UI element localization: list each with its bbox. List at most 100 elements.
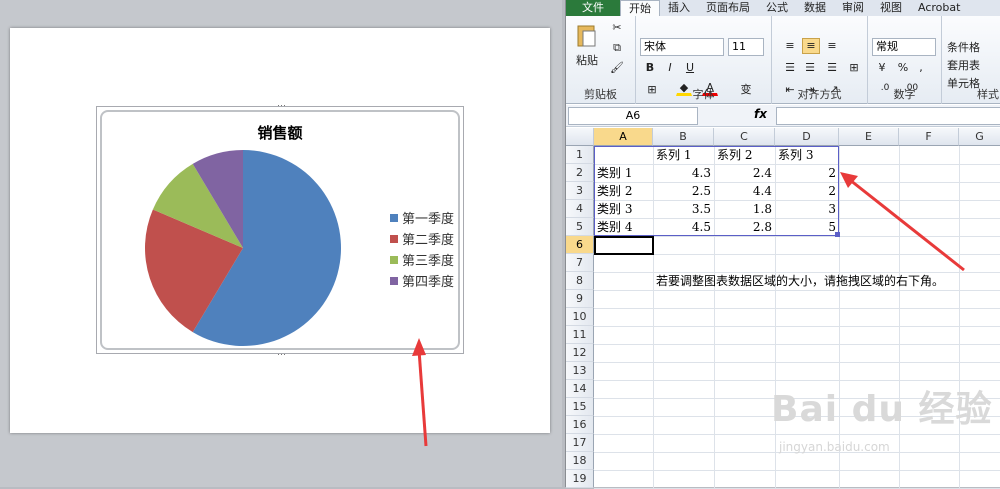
conditional-format-button[interactable]: 条件格 bbox=[946, 38, 1000, 54]
chart-area: 销售额 第一季度 第二季度 第三季度 第四季度 bbox=[100, 110, 460, 350]
column-header-d[interactable]: D bbox=[775, 128, 839, 146]
name-box[interactable]: A6 bbox=[568, 107, 698, 125]
tab-formulas[interactable]: 公式 bbox=[758, 0, 796, 16]
row-header-15[interactable]: 15 bbox=[566, 398, 594, 416]
column-header-f[interactable]: F bbox=[899, 128, 959, 146]
group-styles: 条件格 套用表 单元格 样式 bbox=[942, 16, 1000, 104]
font-size-combo[interactable]: 11 bbox=[728, 38, 764, 56]
group-label: 对齐方式 bbox=[797, 88, 842, 101]
tab-data[interactable]: 数据 bbox=[796, 0, 834, 16]
row-header-16[interactable]: 16 bbox=[566, 416, 594, 434]
excel-window: 文件 开始 插入 页面布局 公式 数据 审阅 视图 Acrobat 粘贴 ✂ ⧉… bbox=[565, 0, 1000, 489]
legend-item-3: 第三季度 bbox=[390, 249, 454, 270]
ribbon-tab-bar: 文件 开始 插入 页面布局 公式 数据 审阅 视图 Acrobat bbox=[566, 0, 1000, 16]
number-format-combo[interactable]: 常规 bbox=[872, 38, 936, 56]
row-header-19[interactable]: 19 bbox=[566, 470, 594, 488]
tab-review[interactable]: 审阅 bbox=[834, 0, 872, 16]
chart-object[interactable]: 销售额 第一季度 第二季度 第三季度 第四季度 bbox=[96, 104, 464, 356]
column-header-e[interactable]: E bbox=[839, 128, 899, 146]
cut-icon[interactable]: ✂ bbox=[608, 20, 626, 36]
select-all-corner[interactable] bbox=[566, 128, 594, 146]
chart-legend[interactable]: 第一季度 第二季度 第三季度 第四季度 bbox=[390, 207, 454, 291]
paste-icon bbox=[577, 25, 596, 47]
tab-home[interactable]: 开始 bbox=[620, 0, 660, 16]
row-header-4[interactable]: 4 bbox=[566, 200, 594, 218]
column-header-a[interactable]: A bbox=[594, 128, 653, 146]
group-label: 字体 bbox=[692, 88, 715, 101]
pie-chart bbox=[145, 150, 341, 346]
watermark-url: jingyan.baidu.com bbox=[779, 440, 890, 454]
row-header-5[interactable]: 5 bbox=[566, 218, 594, 236]
row-header-17[interactable]: 17 bbox=[566, 434, 594, 452]
tab-view[interactable]: 视图 bbox=[872, 0, 910, 16]
row-header-18[interactable]: 18 bbox=[566, 452, 594, 470]
align-left-icon[interactable]: ☰ bbox=[782, 60, 798, 76]
group-font: 宋体 11 B I U ⊞ ◆ A 变 字体 bbox=[636, 16, 772, 104]
row-header-10[interactable]: 10 bbox=[566, 308, 594, 326]
legend-swatch-icon bbox=[390, 255, 398, 264]
tab-acrobat[interactable]: Acrobat bbox=[910, 0, 968, 16]
row-header-11[interactable]: 11 bbox=[566, 326, 594, 344]
active-cell[interactable] bbox=[594, 236, 654, 255]
legend-label: 第一季度 bbox=[402, 212, 455, 227]
align-bottom-icon[interactable]: ≡ bbox=[824, 38, 840, 54]
paste-label: 粘贴 bbox=[576, 54, 598, 67]
group-alignment: ≡ ≡ ≡ ☰ ☰ ☰ ⊞ ⇤ ⇥ ↗ 对齐方式 bbox=[772, 16, 868, 104]
group-label: 样式 bbox=[977, 88, 999, 101]
font-name-combo[interactable]: 宋体 bbox=[640, 38, 724, 56]
red-arrow-annotation bbox=[840, 172, 965, 272]
group-label: 剪贴板 bbox=[584, 88, 617, 101]
legend-label: 第二季度 bbox=[402, 233, 455, 248]
legend-item-4: 第四季度 bbox=[390, 270, 454, 291]
paste-button[interactable]: 粘贴 bbox=[572, 22, 602, 74]
ribbon-home: 粘贴 ✂ ⧉ 🖌 剪贴板 宋体 11 B I U ⊞ ◆ A 变 字体 ≡ ≡ … bbox=[566, 16, 1000, 104]
legend-label: 第四季度 bbox=[402, 275, 455, 290]
tab-insert[interactable]: 插入 bbox=[660, 0, 698, 16]
row-header-7[interactable]: 7 bbox=[566, 254, 594, 272]
resize-handle-top[interactable] bbox=[277, 104, 285, 107]
align-middle-icon[interactable]: ≡ bbox=[802, 38, 820, 54]
column-header-g[interactable]: G bbox=[959, 128, 1000, 146]
align-center-icon[interactable]: ☰ bbox=[802, 60, 818, 76]
italic-button[interactable]: I bbox=[662, 60, 678, 76]
underline-button[interactable]: U bbox=[682, 60, 698, 76]
tab-file[interactable]: 文件 bbox=[566, 0, 620, 16]
red-arrow-annotation bbox=[412, 338, 428, 447]
row-header-8[interactable]: 8 bbox=[566, 272, 594, 290]
align-right-icon[interactable]: ☰ bbox=[824, 60, 840, 76]
comma-button[interactable]: , bbox=[914, 60, 928, 76]
row-header-12[interactable]: 12 bbox=[566, 344, 594, 362]
bold-button[interactable]: B bbox=[642, 60, 658, 76]
row-header-9[interactable]: 9 bbox=[566, 290, 594, 308]
formula-bar: A6 fx bbox=[566, 105, 1000, 127]
fx-button[interactable]: fx bbox=[754, 107, 767, 121]
chart-title[interactable]: 销售额 bbox=[102, 122, 458, 143]
row-header-2[interactable]: 2 bbox=[566, 164, 594, 182]
legend-label: 第三季度 bbox=[402, 254, 455, 269]
legend-swatch-icon bbox=[390, 213, 398, 222]
watermark-logo: Bai du 经验 bbox=[771, 389, 993, 430]
percent-button[interactable]: % bbox=[896, 60, 910, 76]
formula-input[interactable] bbox=[776, 107, 1000, 125]
legend-item-2: 第二季度 bbox=[390, 228, 454, 249]
row-header-14[interactable]: 14 bbox=[566, 380, 594, 398]
align-top-icon[interactable]: ≡ bbox=[782, 38, 798, 54]
format-painter-icon[interactable]: 🖌 bbox=[608, 60, 626, 76]
group-label: 数字 bbox=[893, 88, 916, 101]
currency-icon[interactable]: ¥ bbox=[872, 60, 892, 76]
row-header-3[interactable]: 3 bbox=[566, 182, 594, 200]
resize-handle-bottom[interactable] bbox=[277, 353, 285, 356]
row-header-1[interactable]: 1 bbox=[566, 146, 594, 164]
presentation-pane: 销售额 第一季度 第二季度 第三季度 第四季度 bbox=[0, 0, 562, 487]
row-header-6[interactable]: 6 bbox=[566, 236, 594, 254]
chart-data-range bbox=[594, 146, 839, 236]
merge-center-icon[interactable]: ⊞ bbox=[846, 60, 862, 76]
legend-swatch-icon bbox=[390, 234, 398, 243]
format-as-table-button[interactable]: 套用表 bbox=[946, 56, 1000, 72]
group-clipboard: 粘贴 ✂ ⧉ 🖌 剪贴板 bbox=[566, 16, 636, 104]
column-header-b[interactable]: B bbox=[653, 128, 714, 146]
copy-icon[interactable]: ⧉ bbox=[608, 40, 626, 56]
column-header-c[interactable]: C bbox=[714, 128, 775, 146]
tab-page-layout[interactable]: 页面布局 bbox=[698, 0, 758, 16]
row-header-13[interactable]: 13 bbox=[566, 362, 594, 380]
